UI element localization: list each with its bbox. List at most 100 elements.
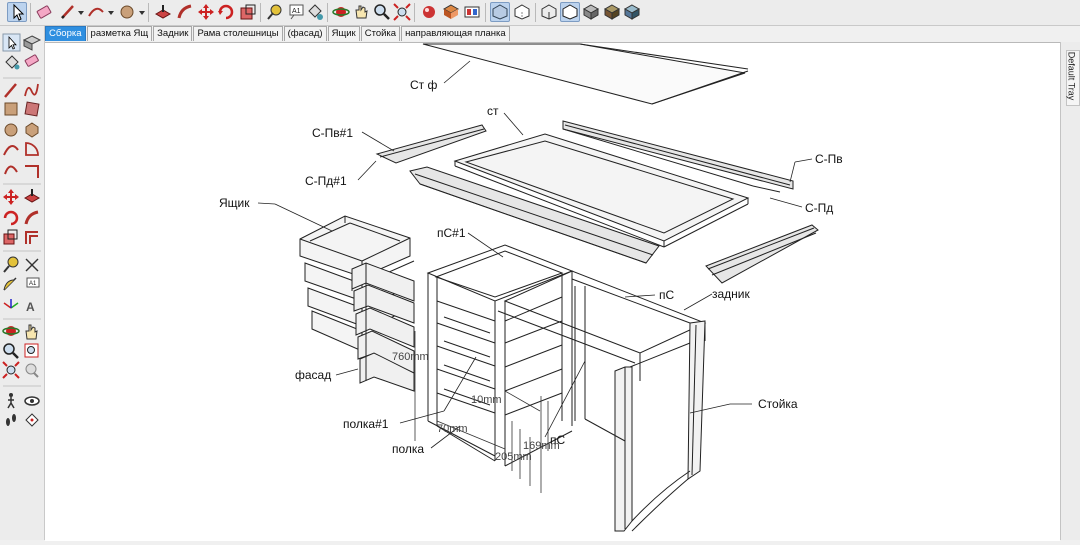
three-point-arc-icon[interactable] — [25, 165, 39, 178]
text-icon[interactable]: A1 — [26, 277, 40, 288]
scale-icon[interactable] — [3, 229, 18, 245]
back-edges-icon[interactable] — [512, 2, 532, 22]
tab-sborka[interactable]: Сборка — [45, 26, 86, 41]
label-st: ст — [487, 104, 499, 118]
component-icon[interactable] — [22, 35, 42, 51]
footprints-icon[interactable] — [6, 414, 16, 426]
tab-fasad[interactable]: (фасад) — [283, 26, 327, 41]
scale-icon[interactable] — [238, 2, 258, 22]
tab-rama-stoleshnitsy[interactable]: Рама столешницы — [193, 26, 283, 41]
orbit-icon[interactable] — [2, 326, 20, 336]
tape-measure-icon[interactable] — [3, 256, 19, 273]
select-arrow-icon[interactable] — [7, 2, 27, 22]
label-polka1: полка#1 — [343, 417, 389, 431]
rectangle-icon[interactable] — [4, 102, 18, 116]
scene-tabs: Сборка разметка Ящ Задник Рама столешниц… — [45, 26, 511, 42]
orbit-icon[interactable] — [331, 2, 351, 22]
tool-icons: A1 A — [2, 33, 42, 427]
zoom-icon[interactable] — [372, 2, 392, 22]
components-icon[interactable] — [441, 2, 461, 22]
pencil-line-icon[interactable] — [58, 2, 78, 22]
two-point-arc-icon[interactable] — [4, 165, 18, 175]
axes-icon[interactable] — [3, 299, 19, 309]
styles-icon[interactable] — [462, 2, 482, 22]
zoom-icon[interactable] — [3, 343, 19, 359]
svg-text:A: A — [26, 300, 35, 314]
circle-icon[interactable] — [117, 2, 137, 22]
paint-bucket-icon[interactable] — [305, 2, 325, 22]
tab-zadnik[interactable]: Задник — [153, 26, 193, 41]
default-tray-tab[interactable]: Default Tray — [1066, 50, 1080, 106]
zoom-extents-icon[interactable] — [2, 361, 20, 379]
label-s-pd: С-Пд — [805, 201, 833, 215]
desk-frame-part[interactable] — [497, 270, 707, 532]
pencil-icon[interactable] — [4, 83, 17, 98]
dimension-205: 205mm — [495, 451, 532, 463]
freehand-icon[interactable] — [24, 83, 39, 97]
dimension-lines — [414, 331, 549, 493]
dimension-760: 760mm — [392, 351, 429, 363]
label-st-f: Ст ф — [410, 78, 437, 92]
tab-stoyka[interactable]: Стойка — [360, 26, 401, 41]
label-yashchik: Ящик — [219, 196, 250, 210]
top-panel-part[interactable] — [422, 43, 749, 105]
paint-icon[interactable] — [5, 55, 20, 70]
rotate-icon[interactable] — [3, 210, 19, 226]
select-icon[interactable] — [2, 33, 21, 52]
shaded-textures-icon[interactable] — [602, 2, 622, 22]
pan-icon[interactable] — [25, 324, 38, 340]
arc-icon[interactable] — [3, 145, 19, 156]
polygon-icon[interactable] — [25, 122, 39, 138]
push-pull-icon[interactable] — [153, 2, 173, 22]
default-tray-label: Default Tray — [1066, 51, 1077, 101]
facade-part[interactable] — [351, 262, 415, 392]
exploded-desk-model[interactable]: Ст ф ст С-Пв#1 С-Пд#1 С-Пв С-Пд Ящик пС#… — [45, 43, 1060, 541]
section-plane-icon[interactable] — [25, 413, 39, 427]
tab-razmetka-yashch[interactable]: разметка Ящ — [86, 26, 153, 41]
look-around-icon[interactable] — [24, 396, 40, 406]
label-ps1: пС#1 — [437, 226, 466, 240]
3d-text-icon[interactable]: A — [26, 300, 35, 314]
eraser-icon[interactable] — [24, 54, 39, 67]
tab-yashchik[interactable]: Ящик — [327, 26, 360, 41]
offset-icon[interactable] — [25, 231, 38, 244]
walk-icon[interactable] — [7, 393, 15, 409]
label-polka: полка — [392, 442, 424, 456]
dimension-icon[interactable] — [25, 258, 39, 272]
hidden-line-icon[interactable] — [560, 2, 580, 22]
svg-text:A1: A1 — [29, 281, 37, 287]
follow-me-icon[interactable] — [175, 2, 195, 22]
label-zadnik: задник — [712, 287, 751, 301]
push-pull-icon[interactable] — [23, 189, 41, 203]
molding-front-short-part[interactable] — [705, 224, 819, 284]
move-icon[interactable] — [196, 2, 216, 22]
label-fasad: фасад — [295, 368, 331, 382]
arc-icon[interactable] — [86, 2, 106, 22]
pan-icon[interactable] — [351, 2, 371, 22]
wireframe-icon[interactable] — [539, 2, 559, 22]
text-icon[interactable]: A1 — [286, 2, 306, 22]
xray-icon[interactable] — [490, 2, 510, 22]
rotate-icon[interactable] — [216, 2, 236, 22]
rotated-rectangle-icon[interactable] — [24, 101, 40, 117]
follow-me-icon[interactable] — [24, 210, 39, 225]
move-icon[interactable] — [3, 189, 19, 205]
tray-strip — [1060, 42, 1080, 540]
label-stoyka: Стойка — [758, 397, 798, 411]
zoom-window-icon[interactable] — [24, 343, 39, 358]
label-s-pv1: С-Пв#1 — [312, 126, 353, 140]
materials-icon[interactable] — [419, 2, 439, 22]
tape-measure-icon[interactable] — [264, 2, 284, 22]
tab-napravlyayushchaya-planka[interactable]: направляющая планка — [401, 26, 510, 41]
svg-text:A1: A1 — [292, 8, 301, 15]
model-viewport[interactable]: Ст ф ст С-Пв#1 С-Пд#1 С-Пв С-Пд Ящик пС#… — [45, 42, 1060, 541]
circle-icon[interactable] — [4, 123, 18, 137]
monochrome-icon[interactable] — [622, 2, 642, 22]
protractor-icon[interactable] — [3, 277, 17, 291]
shaded-icon[interactable] — [581, 2, 601, 22]
previous-view-icon[interactable] — [25, 363, 39, 378]
eraser-icon[interactable] — [34, 2, 54, 22]
label-s-pv: С-Пв — [815, 152, 843, 166]
pie-icon[interactable] — [25, 142, 39, 156]
zoom-extents-icon[interactable] — [392, 2, 412, 22]
